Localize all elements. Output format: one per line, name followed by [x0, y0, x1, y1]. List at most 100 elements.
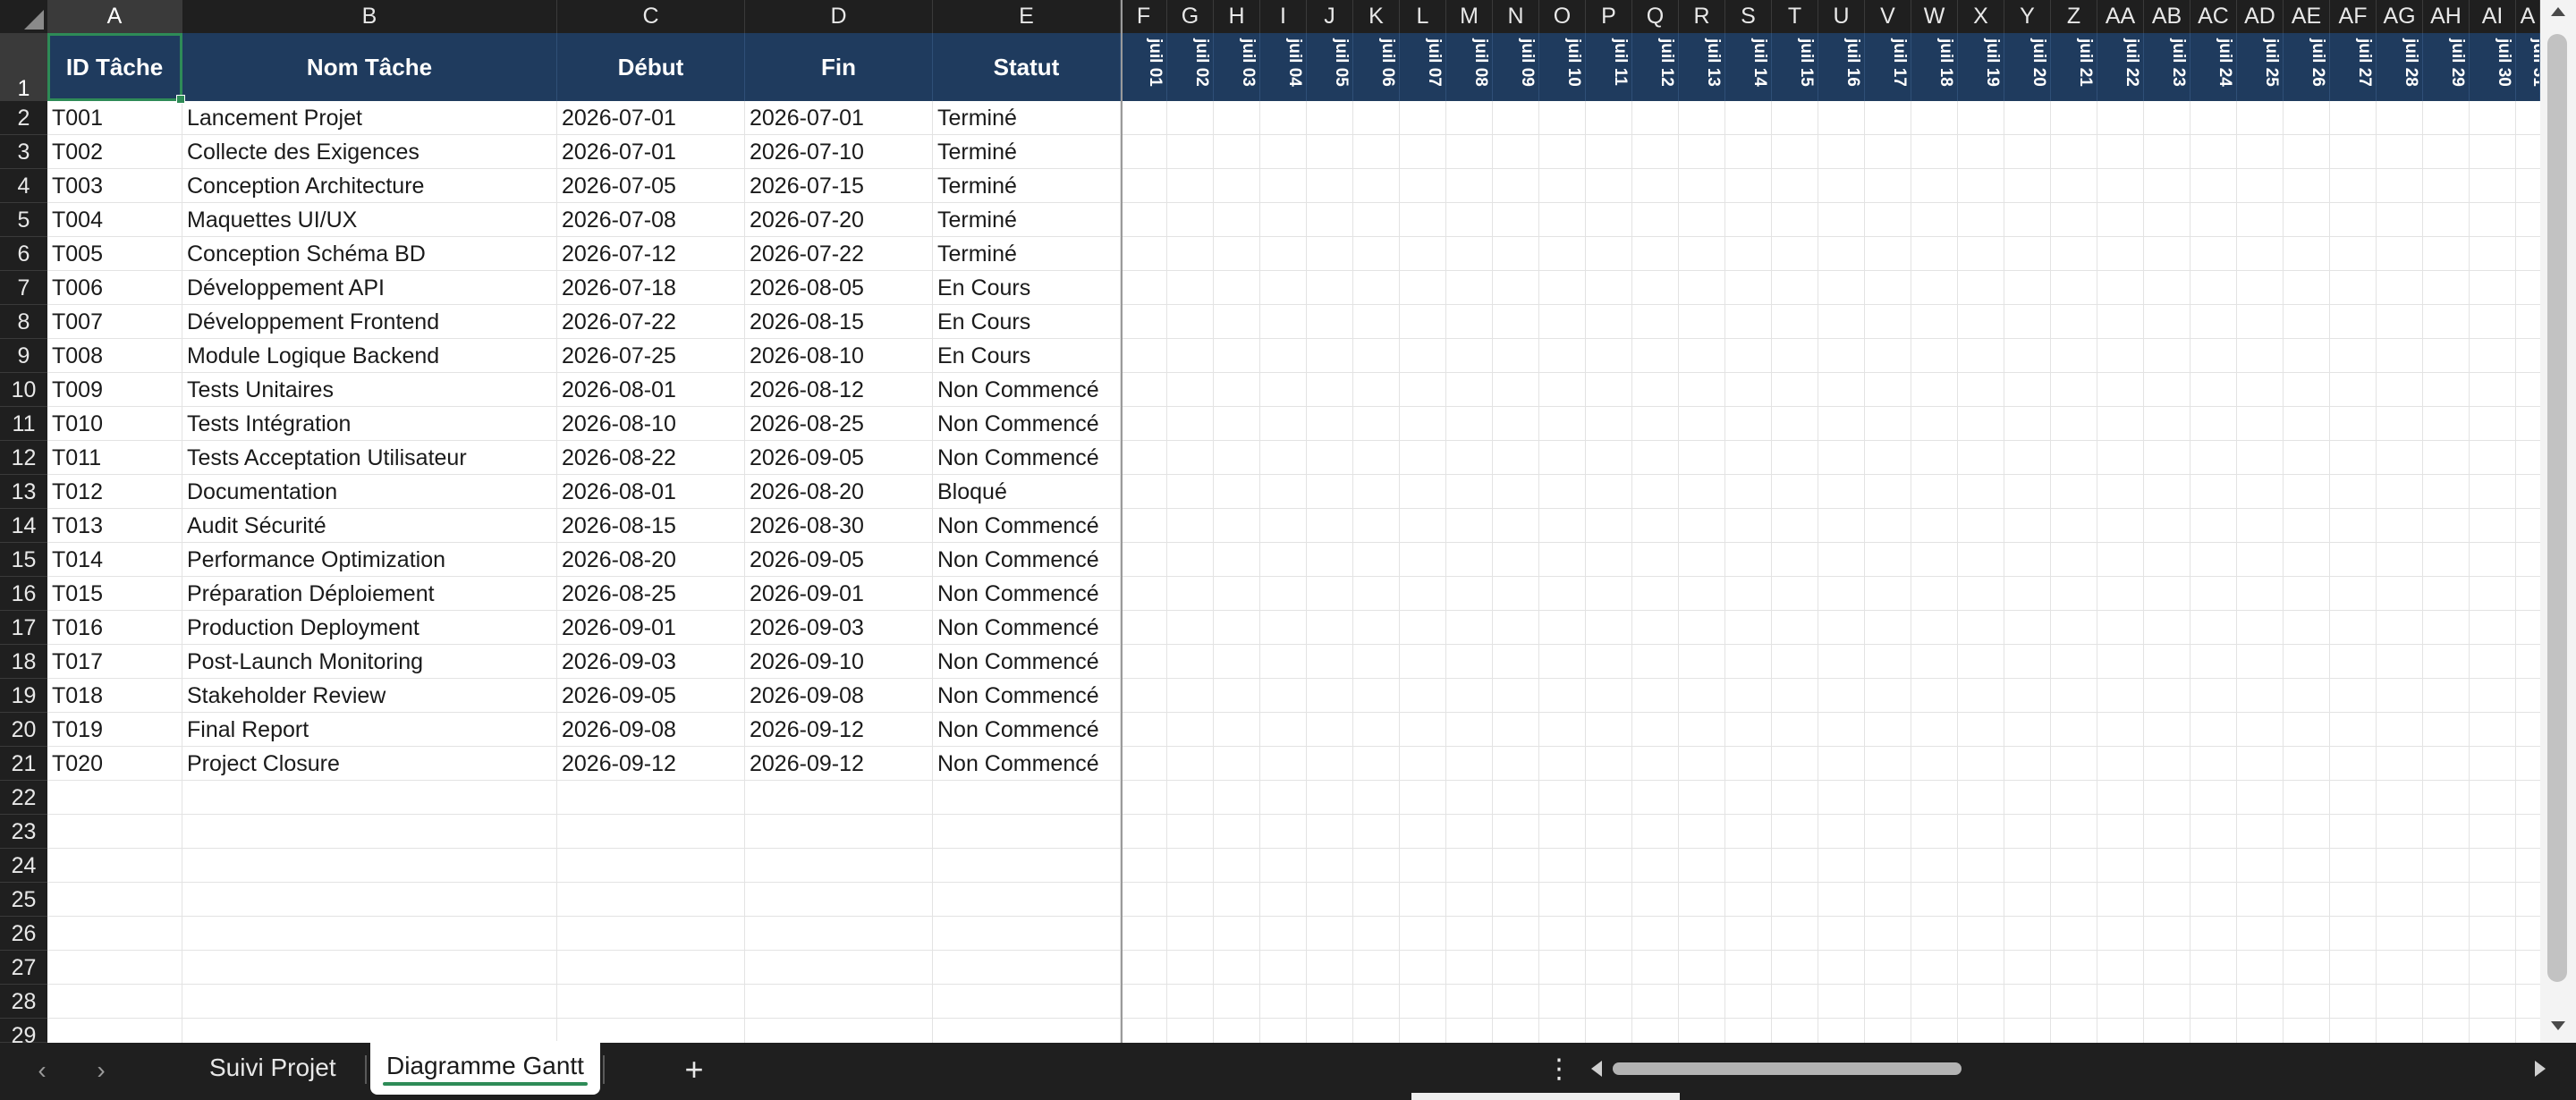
table-cell[interactable]: T003 [47, 169, 182, 203]
table-cell[interactable]: Lancement Projet [182, 101, 557, 135]
date-header-cell[interactable]: juil 16 [1818, 33, 1865, 101]
table-cell[interactable]: T015 [47, 577, 182, 611]
table-cell[interactable]: 2026-09-01 [557, 611, 745, 645]
table-cell[interactable]: 2026-08-01 [557, 373, 745, 407]
table-cell[interactable]: 2026-07-01 [557, 135, 745, 169]
row-header[interactable]: 28 [0, 985, 47, 1019]
column-header[interactable]: AE [2284, 0, 2330, 33]
row-header[interactable]: 4 [0, 169, 47, 203]
table-cell[interactable]: T018 [47, 679, 182, 713]
date-header-cell[interactable]: juil 25 [2237, 33, 2284, 101]
row-header[interactable]: 12 [0, 441, 47, 475]
date-header-cell[interactable]: juil 11 [1586, 33, 1632, 101]
row-header[interactable]: 6 [0, 237, 47, 271]
table-cell[interactable]: 2026-07-20 [745, 203, 933, 237]
date-header-cell[interactable]: juil 22 [2097, 33, 2144, 101]
date-header-cell[interactable]: juil 29 [2423, 33, 2470, 101]
more-options-icon[interactable]: ⋮ [1546, 1053, 1572, 1086]
table-cell[interactable]: En Cours [933, 339, 1121, 373]
column-header[interactable]: G [1167, 0, 1214, 33]
header-cell[interactable]: Statut [933, 33, 1121, 101]
table-cell[interactable]: T020 [47, 747, 182, 781]
date-header-cell[interactable]: juil 07 [1400, 33, 1446, 101]
date-header-cell[interactable]: juil 20 [2004, 33, 2051, 101]
table-cell[interactable]: Collecte des Exigences [182, 135, 557, 169]
table-cell[interactable]: Terminé [933, 237, 1121, 271]
tab-diagramme-gantt[interactable]: Diagramme Gantt [370, 1041, 600, 1095]
column-header[interactable]: Y [2004, 0, 2051, 33]
row-header[interactable]: 14 [0, 509, 47, 543]
prev-sheet-icon[interactable]: ‹ [29, 1057, 55, 1084]
column-header[interactable]: U [1818, 0, 1865, 33]
column-header[interactable]: L [1400, 0, 1446, 33]
date-header-cell[interactable]: juil 15 [1772, 33, 1818, 101]
vertical-scroll-thumb[interactable] [2547, 34, 2567, 982]
header-cell[interactable]: Fin [745, 33, 933, 101]
column-header[interactable]: V [1865, 0, 1911, 33]
table-cell[interactable]: 2026-07-22 [745, 237, 933, 271]
row-header[interactable]: 3 [0, 135, 47, 169]
table-cell[interactable]: Non Commencé [933, 407, 1121, 441]
row-header[interactable]: 8 [0, 305, 47, 339]
table-cell[interactable]: Non Commencé [933, 543, 1121, 577]
table-cell[interactable]: Non Commencé [933, 747, 1121, 781]
row-header[interactable]: 27 [0, 951, 47, 985]
row-header[interactable]: 25 [0, 883, 47, 917]
table-cell[interactable]: Non Commencé [933, 577, 1121, 611]
table-cell[interactable]: 2026-09-08 [745, 679, 933, 713]
table-cell[interactable]: 2026-09-10 [745, 645, 933, 679]
date-header-cell[interactable]: juil 14 [1725, 33, 1772, 101]
table-cell[interactable]: En Cours [933, 271, 1121, 305]
add-sheet-button[interactable]: + [676, 1052, 712, 1087]
table-cell[interactable]: Non Commencé [933, 713, 1121, 747]
column-header[interactable]: F [1121, 0, 1167, 33]
tab-suivi-projet[interactable]: Suivi Projet [193, 1043, 352, 1093]
header-cell[interactable]: Nom Tâche [182, 33, 557, 101]
date-header-cell[interactable]: juil 23 [2144, 33, 2190, 101]
table-cell[interactable]: 2026-08-15 [557, 509, 745, 543]
table-cell[interactable]: Terminé [933, 169, 1121, 203]
row-header[interactable]: 9 [0, 339, 47, 373]
table-cell[interactable]: 2026-08-20 [745, 475, 933, 509]
scroll-left-icon[interactable] [1591, 1061, 1602, 1077]
table-cell[interactable]: T008 [47, 339, 182, 373]
table-cell[interactable]: Non Commencé [933, 645, 1121, 679]
table-cell[interactable]: 2026-08-20 [557, 543, 745, 577]
date-header-cell[interactable]: juil 03 [1214, 33, 1260, 101]
column-header[interactable]: H [1214, 0, 1260, 33]
table-cell[interactable]: Performance Optimization [182, 543, 557, 577]
date-header-cell[interactable]: juil 24 [2190, 33, 2237, 101]
date-header-cell[interactable]: juil 31 [2516, 33, 2540, 101]
table-cell[interactable]: 2026-09-05 [745, 441, 933, 475]
column-header[interactable]: A [2516, 0, 2540, 33]
table-cell[interactable]: 2026-07-01 [557, 101, 745, 135]
table-cell[interactable]: Bloqué [933, 475, 1121, 509]
table-cell[interactable]: Terminé [933, 101, 1121, 135]
horizontal-scroll-thumb[interactable] [1613, 1062, 1962, 1075]
table-cell[interactable]: 2026-07-08 [557, 203, 745, 237]
row-header[interactable]: 24 [0, 849, 47, 883]
table-cell[interactable]: T007 [47, 305, 182, 339]
date-header-cell[interactable]: juil 27 [2330, 33, 2377, 101]
next-sheet-icon[interactable]: › [88, 1057, 114, 1084]
table-cell[interactable]: Tests Acceptation Utilisateur [182, 441, 557, 475]
table-cell[interactable]: 2026-09-05 [745, 543, 933, 577]
row-header[interactable]: 10 [0, 373, 47, 407]
table-cell[interactable]: 2026-07-12 [557, 237, 745, 271]
column-header[interactable]: AF [2330, 0, 2377, 33]
table-cell[interactable]: T005 [47, 237, 182, 271]
table-cell[interactable]: Non Commencé [933, 611, 1121, 645]
row-header[interactable]: 22 [0, 781, 47, 815]
table-cell[interactable]: Développement API [182, 271, 557, 305]
table-cell[interactable]: Non Commencé [933, 509, 1121, 543]
table-cell[interactable]: 2026-08-22 [557, 441, 745, 475]
date-header-cell[interactable]: juil 18 [1911, 33, 1958, 101]
column-header[interactable]: AH [2423, 0, 2470, 33]
table-cell[interactable]: 2026-07-05 [557, 169, 745, 203]
table-cell[interactable]: T011 [47, 441, 182, 475]
column-header[interactable]: W [1911, 0, 1958, 33]
column-header[interactable]: K [1353, 0, 1400, 33]
table-cell[interactable]: 2026-07-15 [745, 169, 933, 203]
table-cell[interactable]: Conception Architecture [182, 169, 557, 203]
column-header[interactable]: Z [2051, 0, 2097, 33]
